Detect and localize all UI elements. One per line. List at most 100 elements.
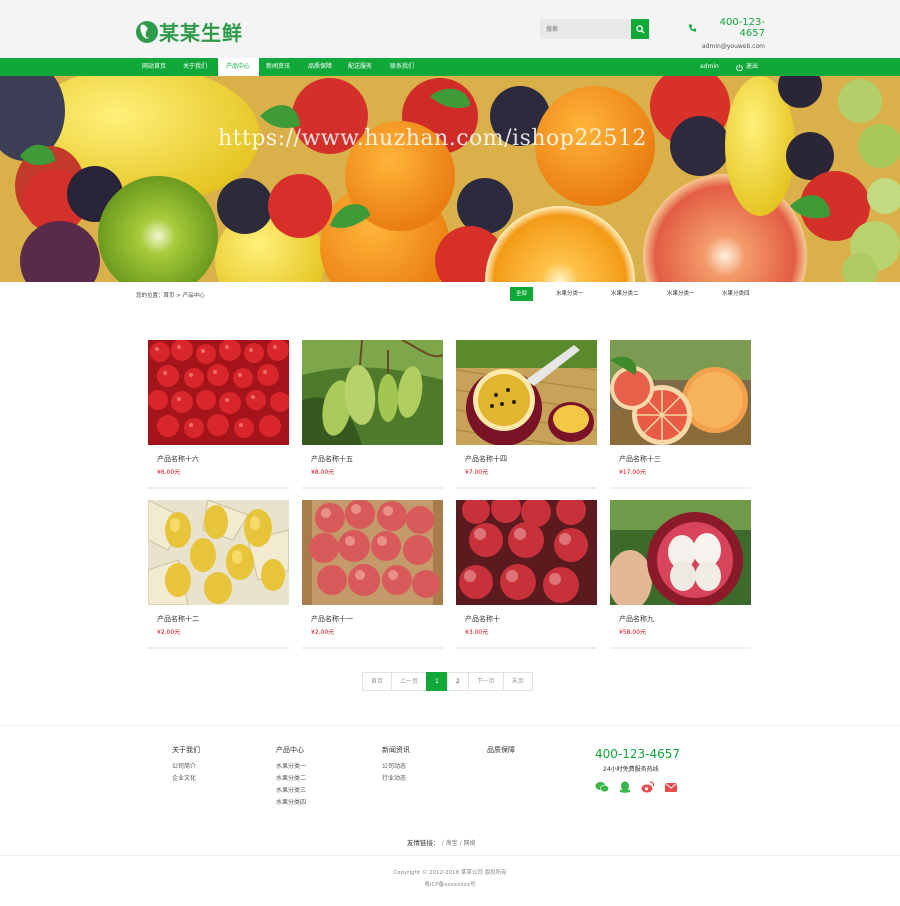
product-card[interactable]: 产品名称十三 ¥17.00元 xyxy=(610,340,751,489)
search-input[interactable] xyxy=(540,19,631,39)
product-image-grapefruit[interactable] xyxy=(610,340,751,445)
product-image-cherry-tomatoes[interactable] xyxy=(148,340,289,445)
footer-col-products: 产品中心 水果分类一 水果分类二 水果分类三 水果分类四 xyxy=(276,745,306,809)
icp-license[interactable]: 粤ICP备xxxxxxxx号 xyxy=(0,880,900,888)
social-icons xyxy=(595,781,680,793)
footer-contact: 400-123-4657 24小时免费服务热线 xyxy=(595,747,680,793)
footer-link[interactable]: 水果分类一 xyxy=(276,761,306,773)
category-tab-4[interactable]: 水果分类四 xyxy=(716,287,756,301)
footer-divider xyxy=(0,725,900,726)
footer-link[interactable]: 公司简介 xyxy=(172,761,200,773)
product-price: ¥7.00元 xyxy=(465,469,489,476)
footer-phone: 400-123-4657 xyxy=(595,747,681,761)
brand-name: 某某生鲜 xyxy=(159,21,243,45)
page-next[interactable]: 下一页 xyxy=(467,672,504,691)
product-image-apples[interactable] xyxy=(456,500,597,605)
category-tab-all[interactable]: 全部 xyxy=(510,287,534,301)
product-price: ¥8.00元 xyxy=(311,469,335,476)
phone-icon xyxy=(688,24,697,32)
product-price: ¥58.00元 xyxy=(619,629,646,636)
qq-icon[interactable] xyxy=(618,781,632,793)
footer-col-about: 关于我们 公司简介 企业文化 xyxy=(172,745,200,785)
product-image-passion-fruit[interactable] xyxy=(456,340,597,445)
pagination: 首页 上一页 1 2 下一页 末页 xyxy=(362,672,533,691)
header-phone-number: 400-123-4657 xyxy=(719,17,765,39)
footer-link[interactable]: 水果分类二 xyxy=(276,773,306,785)
footer-hotline: 24小时免费服务热线 xyxy=(603,766,659,773)
footer-col-news: 新闻资讯 公司动态 行业动态 xyxy=(382,745,410,785)
product-card[interactable]: 产品名称十四 ¥7.00元 xyxy=(456,340,597,489)
footer-link[interactable]: 公司动态 xyxy=(382,761,410,773)
product-image-mangosteen[interactable] xyxy=(610,500,751,605)
product-image-red-apples-box[interactable] xyxy=(302,500,443,605)
nav-item-products[interactable]: 产品中心 xyxy=(218,58,259,76)
nav-item-quality[interactable]: 品质保障 xyxy=(300,58,340,76)
leaf-logo-icon xyxy=(136,20,158,43)
footer-col-title[interactable]: 关于我们 xyxy=(172,745,200,755)
product-name[interactable]: 产品名称十二 xyxy=(157,614,199,624)
nav-user[interactable]: admin xyxy=(700,58,719,76)
breadcrumb: 您的位置：首页 > 产品中心 xyxy=(136,293,205,299)
nav-item-home[interactable]: 网站首页 xyxy=(134,58,174,76)
product-card[interactable]: 产品名称十六 ¥6.00元 xyxy=(148,340,289,489)
product-price: ¥6.00元 xyxy=(157,469,181,476)
page-first[interactable]: 首页 xyxy=(362,672,393,691)
category-tab-3[interactable]: 水果分类一 xyxy=(661,287,701,301)
product-card[interactable]: 产品名称九 ¥58.00元 xyxy=(610,500,751,649)
friend-link-network[interactable]: 网络 xyxy=(464,840,476,847)
main-nav: 网站首页 关于我们 产品中心 新闻资讯 品质保障 配送服务 联系我们 admin… xyxy=(0,58,900,76)
product-name[interactable]: 产品名称十五 xyxy=(311,454,353,464)
page-2[interactable]: 2 xyxy=(446,672,469,691)
product-name[interactable]: 产品名称十六 xyxy=(157,454,199,464)
weibo-icon[interactable] xyxy=(641,781,655,793)
header-email: admin@youweb.com xyxy=(702,43,765,50)
footer-col-title[interactable]: 产品中心 xyxy=(276,745,306,755)
logout-label: 退出 xyxy=(746,63,759,70)
product-price: ¥17.00元 xyxy=(619,469,646,476)
product-image-pears[interactable] xyxy=(148,500,289,605)
footer-col-title[interactable]: 品质保障 xyxy=(487,745,515,755)
product-card[interactable]: 产品名称十二 ¥2.00元 xyxy=(148,500,289,649)
logo[interactable]: 某某生鲜 xyxy=(136,17,243,46)
copyright: Copyright © 2012-2018 某某公司 版权所有 xyxy=(393,870,507,876)
search-icon xyxy=(635,24,645,34)
product-price: ¥2.00元 xyxy=(311,629,335,636)
category-tab-2[interactable]: 水果分类二 xyxy=(605,287,645,301)
product-card[interactable]: 产品名称十 ¥3.00元 xyxy=(456,500,597,649)
product-name[interactable]: 产品名称十四 xyxy=(465,454,507,464)
banner-watermark: https://www.huzhan.com/ishop22512 xyxy=(218,126,647,151)
product-name[interactable]: 产品名称十三 xyxy=(619,454,661,464)
footer-link[interactable]: 行业动态 xyxy=(382,773,410,785)
friend-link-taobao[interactable]: 淘宝 xyxy=(446,840,458,847)
product-name[interactable]: 产品名称九 xyxy=(619,614,654,624)
wechat-icon[interactable] xyxy=(595,781,609,793)
footer-link[interactable]: 水果分类三 xyxy=(276,785,306,797)
footer-col-title[interactable]: 新闻资讯 xyxy=(382,745,410,755)
footer-col-quality: 品质保障 xyxy=(487,745,515,761)
nav-item-news[interactable]: 新闻资讯 xyxy=(258,58,298,76)
product-name[interactable]: 产品名称十 xyxy=(465,614,500,624)
page-prev[interactable]: 上一页 xyxy=(391,672,428,691)
product-card[interactable]: 产品名称十一 ¥2.00元 xyxy=(302,500,443,649)
logout-button[interactable]: 退出 xyxy=(736,58,758,76)
search-button[interactable] xyxy=(631,19,649,39)
product-name[interactable]: 产品名称十一 xyxy=(311,614,353,624)
nav-item-contact[interactable]: 联系我们 xyxy=(382,58,422,76)
page-last[interactable]: 末页 xyxy=(502,672,533,691)
search-box xyxy=(540,19,649,39)
page-1[interactable]: 1 xyxy=(426,672,448,691)
footer-link[interactable]: 企业文化 xyxy=(172,773,200,785)
footer-link[interactable]: 水果分类四 xyxy=(276,797,306,809)
product-image-mangoes[interactable] xyxy=(302,340,443,445)
nav-item-delivery[interactable]: 配送服务 xyxy=(340,58,380,76)
product-price: ¥3.00元 xyxy=(465,629,489,636)
product-price: ¥2.00元 xyxy=(157,629,181,636)
category-tab-1[interactable]: 水果分类一 xyxy=(550,287,590,301)
nav-item-about[interactable]: 关于我们 xyxy=(175,58,215,76)
product-card[interactable]: 产品名称十五 ¥8.00元 xyxy=(302,340,443,489)
mail-icon[interactable] xyxy=(664,781,678,793)
header-phone: 400-123-4657 xyxy=(688,17,765,39)
friend-links: 友情链接： / 淘宝 / 网络 xyxy=(407,839,476,847)
header: 某某生鲜 400-123-4657 admin@youweb.com xyxy=(0,0,900,58)
fruit-banner-image xyxy=(0,76,900,282)
